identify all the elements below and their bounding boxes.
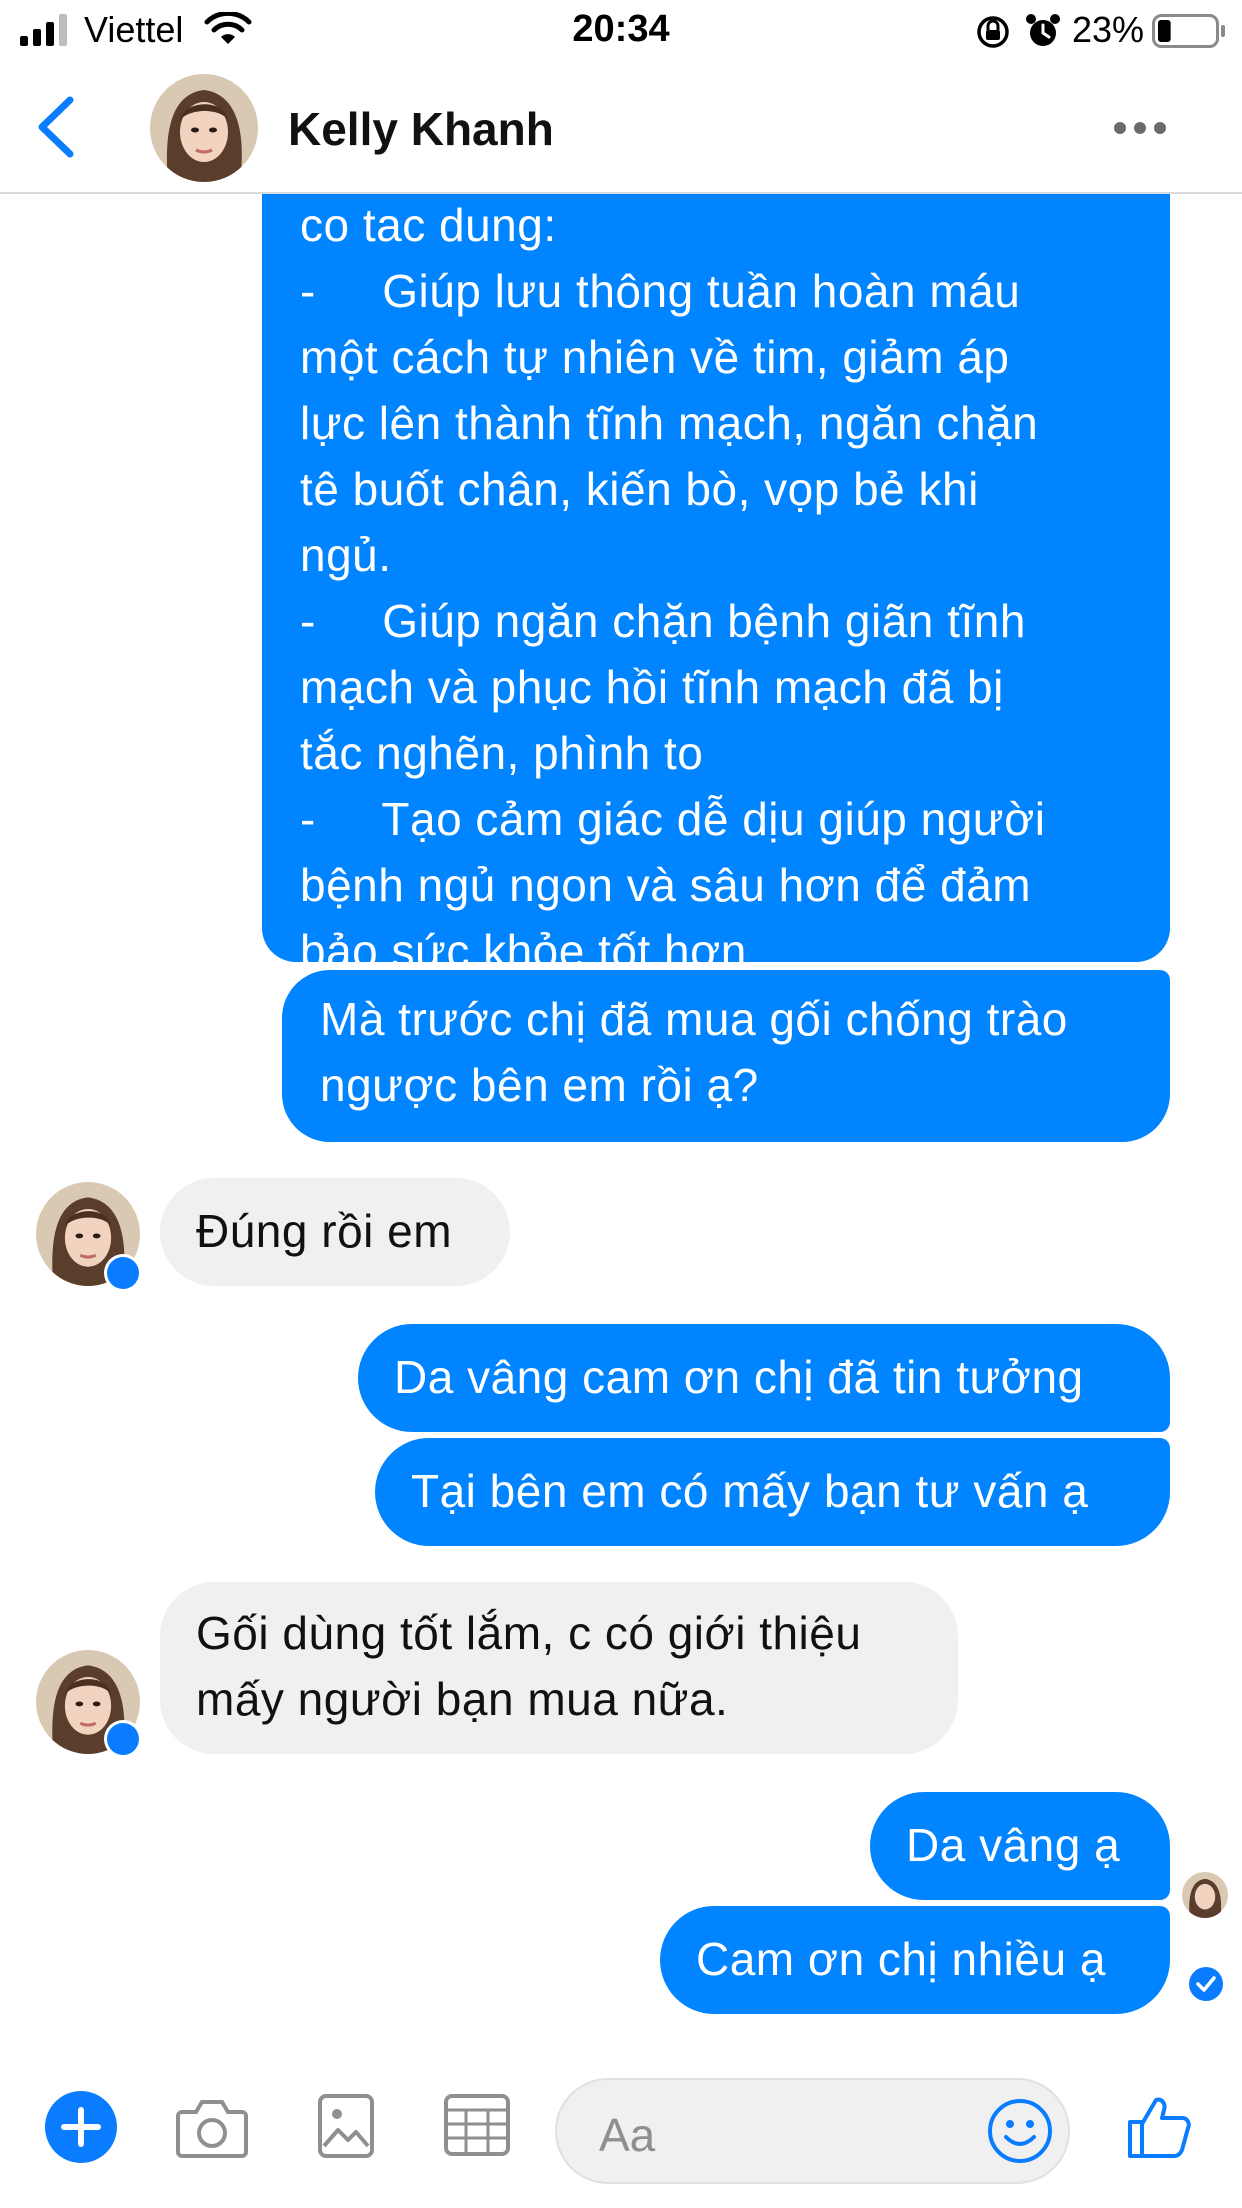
delivered-check-icon — [1189, 1967, 1223, 2001]
message-bubble-outgoing[interactable]: Da vâng ạ — [870, 1792, 1170, 1900]
contact-avatar[interactable] — [150, 74, 258, 182]
message-bubble-outgoing[interactable]: Mà trước chị đã mua gối chống trào ngược… — [282, 970, 1170, 1142]
message-bubble-outgoing[interactable]: Tại bên em có mấy bạn tư vấn ạ — [375, 1438, 1170, 1546]
image-icon[interactable] — [318, 2094, 374, 2158]
battery-percent: 23% — [1072, 9, 1145, 50]
conversation-header: Kelly Khanh — [0, 64, 1242, 194]
seen-avatar — [1182, 1872, 1228, 1918]
message-bubble-incoming[interactable]: Đúng rồi em — [160, 1178, 510, 1286]
contact-name[interactable]: Kelly Khanh — [288, 102, 554, 156]
composer-bar: Aa — [0, 2060, 1242, 2208]
message-list[interactable]: co tac dung: - Giúp lưu thông tuần hoàn … — [0, 192, 1242, 2060]
more-icon[interactable] — [1112, 108, 1168, 148]
like-icon[interactable] — [1126, 2094, 1192, 2160]
message-bubble-outgoing[interactable]: co tac dung: - Giúp lưu thông tuần hoàn … — [262, 192, 1170, 977]
plus-icon[interactable] — [44, 2090, 118, 2164]
alarm-icon — [1026, 14, 1060, 46]
message-bubble-outgoing[interactable]: Cam ơn chị nhiều ạ — [660, 1906, 1170, 2014]
messenger-badge-icon — [104, 1720, 142, 1758]
camera-icon[interactable] — [176, 2096, 248, 2158]
message-bubble-incoming[interactable]: Gối dùng tốt lắm, c có giới thiệu mấy ng… — [160, 1582, 958, 1754]
orientation-lock-icon — [977, 16, 1009, 48]
back-button[interactable] — [30, 92, 86, 162]
messenger-badge-icon — [104, 1254, 142, 1292]
message-input-placeholder: Aa — [599, 2109, 656, 2161]
status-bar: Viettel 20:34 23% — [0, 0, 1242, 64]
avatar-image — [150, 74, 258, 182]
battery-icon — [1152, 14, 1225, 48]
message-bubble-outgoing[interactable]: Da vâng cam ơn chị đã tin tưởng — [358, 1324, 1170, 1432]
avatar-image — [1182, 1872, 1228, 1918]
emoji-icon[interactable] — [987, 2098, 1053, 2164]
message-input[interactable]: Aa — [555, 2078, 1070, 2184]
sticker-icon[interactable] — [444, 2094, 510, 2156]
